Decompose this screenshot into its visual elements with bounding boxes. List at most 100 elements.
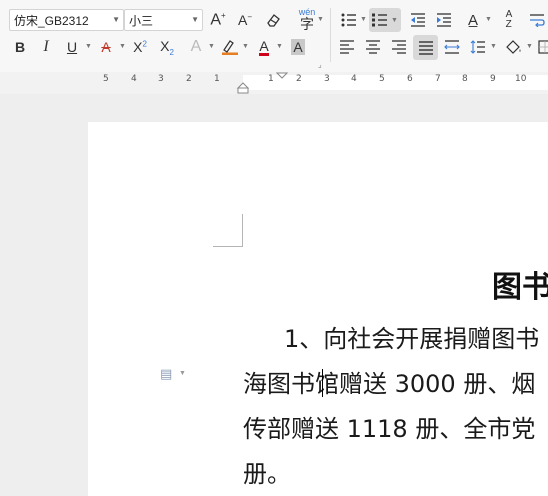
chevron-down-icon: ▼: [276, 43, 283, 50]
paragraph-shading-button[interactable]: [503, 36, 525, 58]
chevron-down-icon: ▼: [119, 43, 126, 50]
align-center-icon: [366, 40, 380, 54]
font-family-select[interactable]: 仿宋_GB2312 ▼: [9, 9, 124, 31]
chevron-down-icon: ▼: [208, 43, 215, 50]
subscript-button[interactable]: X2: [156, 36, 178, 58]
ruler-number: 7: [435, 74, 441, 84]
paint-bucket-icon: [506, 40, 521, 54]
increase-font-size-button[interactable]: A+: [207, 9, 229, 31]
align-right-icon: [392, 40, 406, 54]
increase-indent-button[interactable]: [433, 9, 455, 31]
ruler-number: 6: [407, 74, 413, 84]
ruler-number: 3: [324, 74, 330, 84]
chevron-down-icon: ▼: [526, 43, 533, 50]
dialog-launcher-icon[interactable]: ⌟: [318, 60, 322, 69]
ruler-number: 10: [515, 74, 527, 84]
chevron-down-icon: ▼: [485, 16, 492, 23]
align-left-button[interactable]: [336, 36, 358, 58]
superscript-icon: X2: [133, 39, 147, 55]
chevron-down-icon: ▼: [191, 15, 199, 24]
bold-button[interactable]: B: [9, 36, 31, 58]
numbered-list-button[interactable]: ▼: [369, 8, 401, 32]
margin-corner-mark: [242, 214, 243, 246]
sort-button[interactable]: AZ: [498, 9, 520, 31]
ruler-number: 1: [214, 74, 220, 84]
paragraph-line[interactable]: 1、向社会开展捐赠图书: [284, 319, 539, 354]
line-spacing-button[interactable]: [467, 36, 489, 58]
chevron-down-icon: ▼: [242, 43, 249, 50]
sort-icon: AZ: [505, 9, 513, 30]
chevron-down-icon: ▼: [360, 16, 367, 23]
chevron-down-icon: ▼: [317, 16, 324, 23]
ruler-number: 1: [268, 74, 274, 84]
ruler-number: 4: [131, 74, 137, 84]
align-right-button[interactable]: [388, 36, 410, 58]
ruler-text-area: [243, 75, 548, 90]
ruler-number: 8: [462, 74, 468, 84]
document-title[interactable]: 图书: [492, 262, 548, 306]
underline-button[interactable]: U: [61, 36, 83, 58]
bold-icon: B: [14, 39, 26, 55]
font-size-value: 小三: [129, 13, 154, 28]
subscript-icon: X2: [160, 37, 174, 57]
bullet-list-button[interactable]: [338, 9, 360, 31]
underline-icon: U: [66, 39, 78, 55]
horizontal-ruler: 5 4 3 2 1 1 2 3 4 5 6 7 8 9 10: [0, 72, 548, 94]
font-color-button[interactable]: A: [253, 36, 275, 58]
ruler-number: 2: [296, 74, 302, 84]
increase-indent-icon: [437, 13, 451, 27]
chevron-down-icon: ▼: [112, 15, 120, 24]
ruler-number: 5: [103, 74, 109, 84]
font-color-icon: A: [259, 37, 269, 56]
text-cursor: [322, 369, 323, 397]
toolbar-separator: [330, 8, 331, 62]
first-line-indent-icon[interactable]: [276, 72, 288, 80]
text-effect-icon: A: [190, 38, 202, 55]
text-direction-button[interactable]: A̲: [462, 9, 484, 31]
text-effect-button[interactable]: A: [185, 36, 207, 58]
borders-icon: [538, 40, 548, 54]
phonetic-char: 字: [300, 16, 314, 32]
indent-marker-icon[interactable]: [236, 82, 250, 94]
line-wrap-icon: [530, 14, 545, 27]
paragraph-line[interactable]: 海图书馆赠送 3000 册、烟: [243, 364, 535, 399]
align-center-button[interactable]: [362, 36, 384, 58]
paragraph-line[interactable]: 传部赠送 1118 册、全市党: [243, 409, 535, 444]
strikethrough-button[interactable]: A: [95, 36, 117, 58]
margin-corner-mark: [213, 246, 243, 247]
highlight-button[interactable]: [219, 36, 241, 58]
distributed-icon: [444, 40, 460, 54]
chevron-down-icon: ▼: [391, 16, 398, 24]
document-page[interactable]: 图书 1、向社会开展捐赠图书 海图书馆赠送 3000 册、烟 传部赠送 1118…: [88, 122, 548, 496]
formatting-toolbar: 仿宋_GB2312 ▼ 小三 ▼ A+ A− wén 字 ▼ ▼ ▼ A̲ ▼ …: [0, 0, 548, 73]
italic-button[interactable]: I: [35, 36, 57, 58]
borders-button[interactable]: [534, 36, 548, 58]
font-family-value: 仿宋_GB2312: [14, 13, 89, 28]
font-size-select[interactable]: 小三 ▼: [124, 9, 203, 31]
decrease-font-size-icon: A−: [237, 12, 252, 28]
eraser-icon: [267, 14, 280, 27]
distributed-button[interactable]: [441, 36, 463, 58]
justify-icon: [418, 40, 433, 55]
highlight-icon: [222, 40, 238, 55]
ruler-number: 9: [490, 74, 496, 84]
paragraph-line[interactable]: 册。: [243, 454, 291, 489]
superscript-button[interactable]: X2: [129, 36, 151, 58]
char-shading-button[interactable]: A: [287, 36, 309, 58]
chevron-down-icon: ▼: [179, 370, 186, 377]
justify-button[interactable]: [413, 35, 438, 60]
text-direction-icon: A̲: [467, 11, 478, 29]
italic-icon: I: [43, 38, 49, 55]
decrease-indent-icon: [411, 13, 425, 27]
chevron-down-icon: ▼: [490, 43, 497, 50]
line-spacing-icon: [470, 40, 485, 54]
bullet-list-icon: [341, 13, 356, 27]
ruler-number: 5: [379, 74, 385, 84]
line-wrap-button[interactable]: [526, 9, 548, 31]
clear-format-button[interactable]: [262, 9, 284, 31]
increase-font-size-icon: A+: [210, 10, 226, 29]
decrease-indent-button[interactable]: [407, 9, 429, 31]
decrease-font-size-button[interactable]: A−: [234, 9, 256, 31]
strikethrough-icon: A: [101, 39, 111, 55]
document-icon[interactable]: ▤: [160, 366, 172, 382]
